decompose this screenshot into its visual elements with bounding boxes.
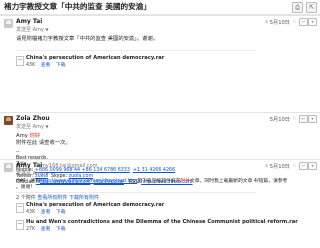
avatar	[4, 116, 13, 125]
message-1[interactable]: Amy Tai 发送至 Amy ▼ ⌕ 5月10日 ☆ ↩ ▾ 请見附檔褚力宇教…	[0, 15, 320, 70]
reply-icon[interactable]: ↩	[299, 18, 308, 26]
star-icon[interactable]: ☆	[292, 115, 297, 122]
more-options-icon[interactable]: ▾	[308, 162, 317, 170]
attachment-download-link[interactable]: 下载	[56, 210, 66, 215]
attachment-meta: 43K 查看 下载	[26, 208, 66, 215]
divider	[16, 192, 256, 193]
attachment-download-link[interactable]: 下载	[56, 227, 66, 232]
attachment-view-link[interactable]: 查看	[41, 227, 51, 232]
divider	[16, 50, 256, 51]
new-window-icon[interactable]: ⇱	[306, 2, 317, 13]
attachments-header: 2 个附件 查看所有附件 下载所有附件	[16, 194, 99, 201]
download-all-attachments-link[interactable]: 下载所有附件	[69, 195, 99, 201]
sender-email: amy168.tai@gmail.com	[38, 163, 98, 169]
attachment-view-link[interactable]: 查看	[41, 63, 51, 68]
attachment-meta: 43K 查看 下载	[26, 61, 66, 68]
body-suffix-2: 文章。同时我上载最新的文章 4/短篇，请参考	[190, 179, 288, 184]
file-icon	[16, 56, 24, 66]
attachment-meta: 27K 查看 下载	[26, 225, 66, 232]
chevron-down-icon[interactable]: ▼	[45, 171, 48, 176]
body-highlight: 附件	[180, 179, 190, 184]
attachment-size: 43K	[26, 63, 36, 68]
chevron-down-icon[interactable]: ▼	[45, 27, 48, 32]
attachment-download-link[interactable]: 下载	[56, 63, 66, 68]
sender-name: Amy Tai	[16, 18, 43, 25]
avatar	[4, 19, 13, 28]
file-icon	[16, 203, 24, 213]
recipient-text: 发送至 Amy	[16, 124, 44, 130]
reply-icon[interactable]: ↩	[299, 162, 308, 170]
recipient-line[interactable]: 发送至 Amy ▼	[16, 170, 49, 177]
signature-dashes: --	[16, 150, 20, 155]
print-icon[interactable]: ⎙	[292, 2, 303, 13]
attachment-size: 27K	[26, 227, 36, 232]
paperclip-icon: ⌕	[265, 163, 268, 169]
subject-bar: 褚力宇教授文章「中共的监查 美國的安渝」 ⎙ ⇱	[0, 0, 320, 15]
message-time: 5月10日	[269, 20, 290, 26]
message-body: 附件在此 请查收一次。	[16, 140, 71, 146]
chevron-down-icon[interactable]: ▼	[45, 124, 48, 129]
message-body-line2: 。谢谢!	[16, 185, 33, 190]
more-options-icon[interactable]: ▾	[308, 115, 317, 123]
recipient-line[interactable]: 发送至 Amy ▼	[16, 123, 49, 130]
winrar-link[interactable]: http://www.winrar.com.cn/download.htm	[40, 179, 137, 184]
star-icon[interactable]: ☆	[292, 162, 297, 169]
message-body: 你好：请到http://www.winrar.com.cn/download.h…	[16, 177, 287, 184]
subject-actions: ⎙ ⇱	[292, 2, 317, 13]
more-options-icon[interactable]: ▾	[308, 18, 317, 26]
attachment-view-link[interactable]: 查看	[41, 210, 51, 215]
avatar	[4, 163, 13, 172]
message-time: 5月10日	[269, 117, 290, 123]
recipient-line[interactable]: 发送至 Amy ▼	[16, 26, 49, 33]
attachment-count: 2 个附件	[16, 195, 36, 201]
sender-name: Zola Zhou	[16, 115, 50, 122]
body-suffix: 里下载压缩软件解开	[137, 179, 181, 184]
message-2[interactable]: Zola Zhou 发送至 Amy ▼ 5月10日 ☆ ↩ ▾ Amy 你好 附…	[0, 112, 320, 185]
message-time: 5月10日	[269, 164, 290, 170]
reply-icon[interactable]: ↩	[299, 115, 308, 123]
email-subject: 褚力宇教授文章「中共的监查 美國的安渝」	[4, 2, 151, 11]
file-icon	[16, 220, 24, 230]
attachment-size: 43K	[26, 210, 36, 215]
message-body: 请見附檔褚力宇教授文章「中共的监查 美國的安渝」。谢谢。	[16, 36, 159, 42]
view-all-attachments-link[interactable]: 查看所有附件	[37, 195, 67, 201]
paperclip-icon: ⌕	[265, 19, 268, 25]
attachment-name: Hu and Wen's contradictions and the Dile…	[26, 219, 298, 225]
recipient-text: 发送至 Amy	[16, 27, 44, 33]
message-3[interactable]: Amy Tai amy168.tai@gmail.com 发送至 Amy ▼ ⌕…	[0, 159, 320, 248]
star-icon[interactable]: ☆	[292, 18, 297, 25]
